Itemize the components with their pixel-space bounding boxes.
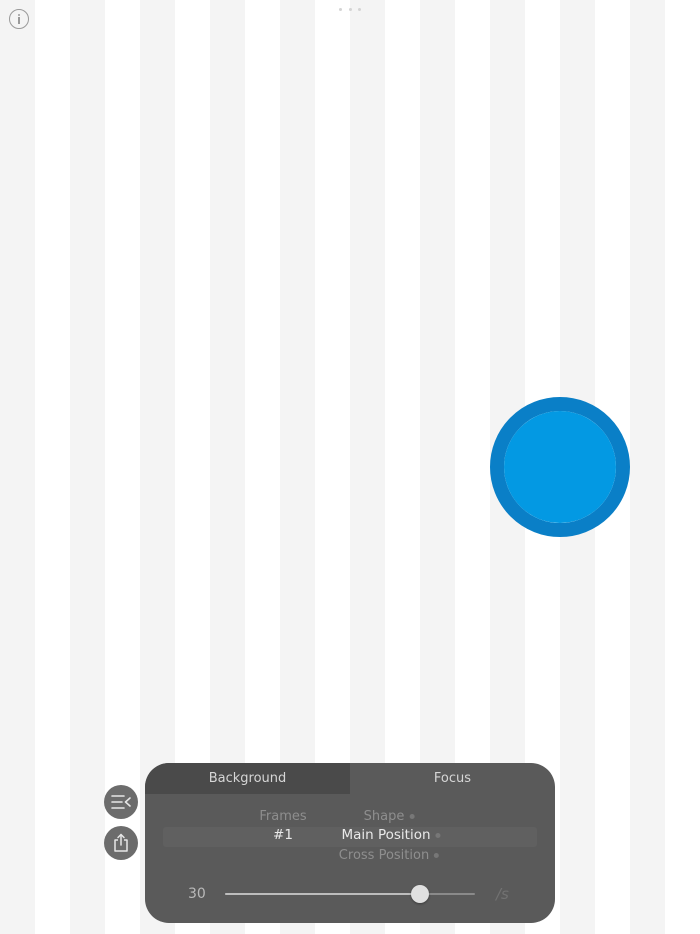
option-dot-icon	[434, 853, 440, 858]
option-picker[interactable]: Frames #1 Shape Main Position Cross Posi…	[145, 794, 555, 876]
focus-ball-fill	[504, 411, 616, 523]
control-panel: Background Focus Frames #1 Shape Main Po…	[145, 763, 555, 923]
window-dots[interactable]	[339, 6, 361, 12]
speed-slider-fill	[225, 893, 420, 895]
focus-ball[interactable]	[490, 397, 630, 537]
speed-slider-row: 30 /s	[145, 879, 555, 909]
slider-value: 30	[188, 886, 206, 902]
slider-unit: /s	[496, 885, 509, 903]
share-icon	[114, 833, 128, 852]
picker-right-item-selected-label: Main Position	[341, 827, 431, 843]
window-dot	[339, 7, 342, 11]
picker-right-item-selected[interactable]: Main Position	[341, 827, 441, 843]
tab-focus[interactable]: Focus	[350, 763, 555, 794]
picker-right-item-next[interactable]: Cross Position	[338, 848, 440, 863]
speed-slider-track[interactable]	[225, 885, 475, 903]
option-dot-icon	[409, 814, 415, 819]
picker-left-item-previous[interactable]: Frames	[259, 810, 306, 823]
window-dot	[358, 7, 361, 11]
share-button[interactable]	[104, 826, 138, 860]
picker-right-item-previous-label: Shape	[363, 809, 405, 824]
option-dot-icon	[435, 832, 441, 838]
info-icon[interactable]	[9, 9, 29, 29]
speed-slider-thumb[interactable]	[411, 885, 429, 903]
list-collapse-icon	[111, 795, 131, 809]
picker-right-item-next-label: Cross Position	[338, 848, 430, 863]
picker-right-item-previous[interactable]: Shape	[364, 810, 415, 823]
tab-background[interactable]: Background	[145, 763, 350, 794]
tab-bar: Background Focus	[145, 763, 555, 794]
picker-left-item-selected[interactable]: #1	[273, 828, 293, 843]
menu-button[interactable]	[104, 785, 138, 819]
window-dot	[348, 7, 352, 11]
